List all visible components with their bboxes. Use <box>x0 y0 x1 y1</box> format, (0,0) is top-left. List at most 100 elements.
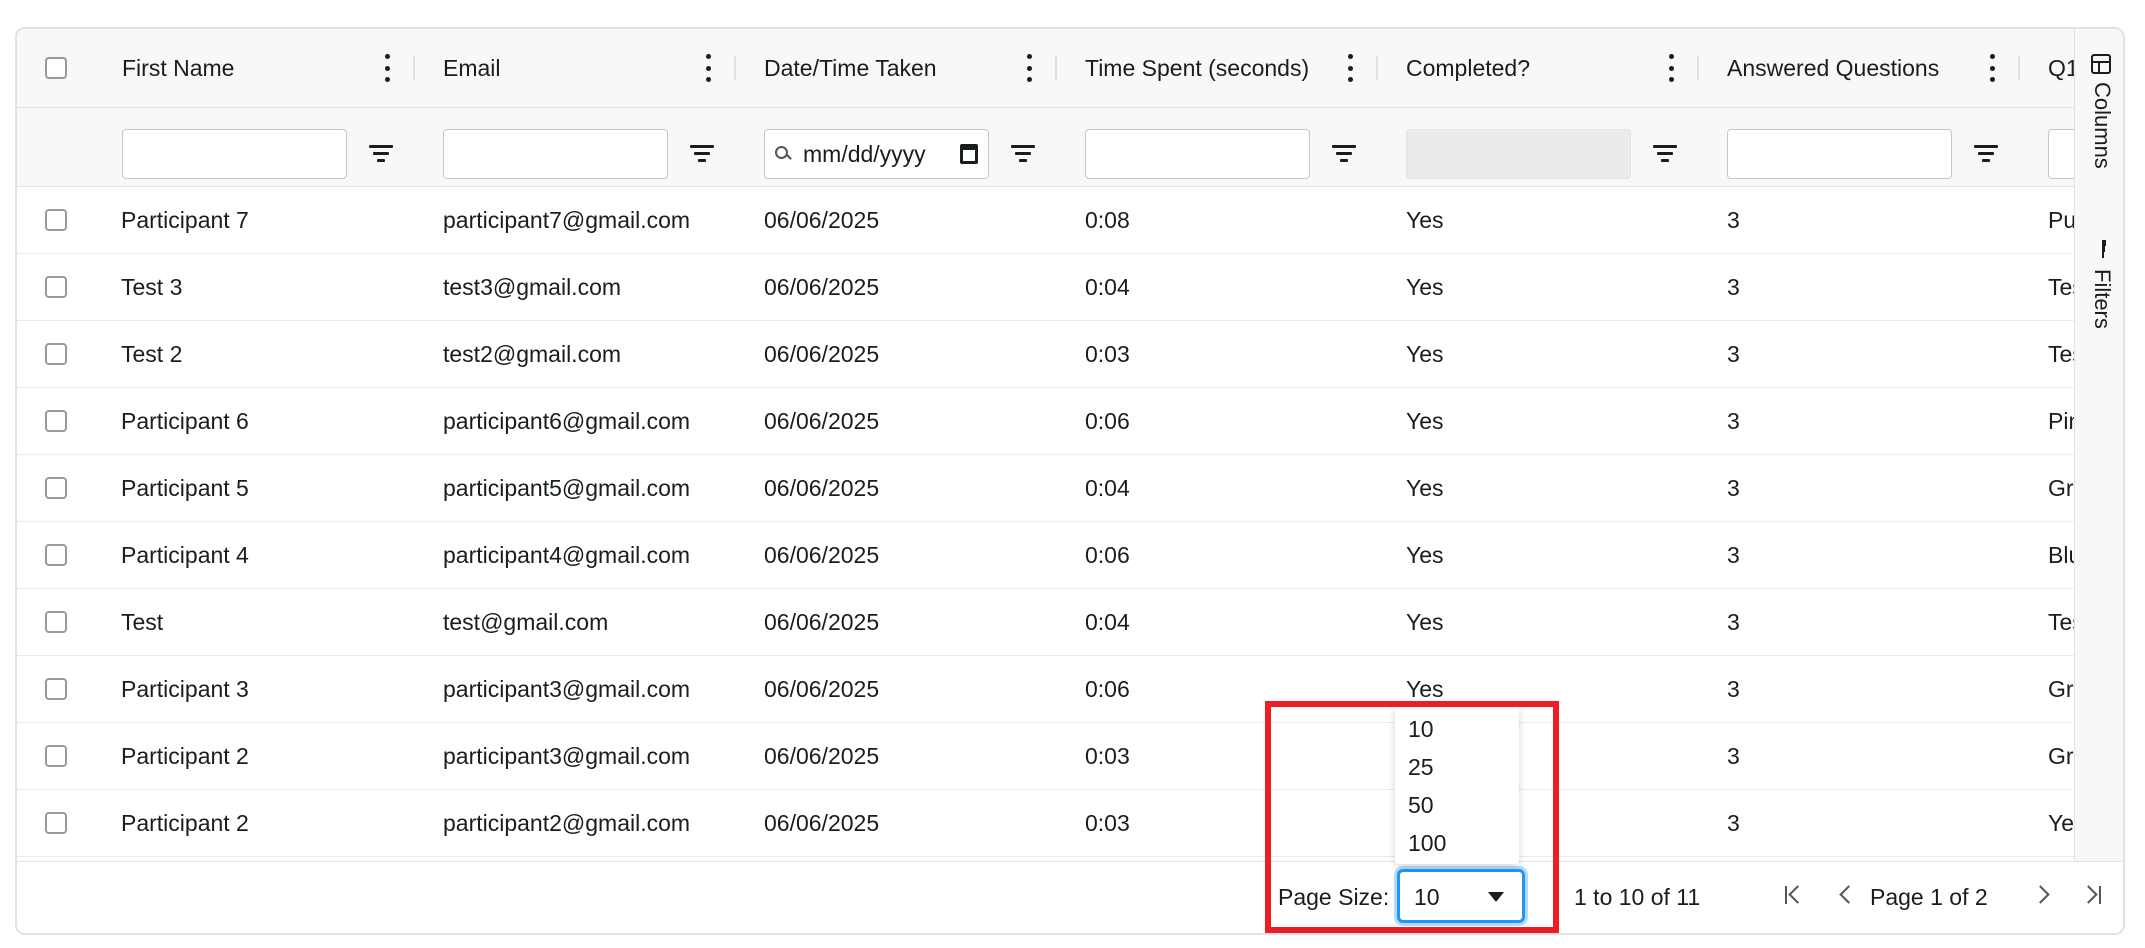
table-row[interactable]: Participant 6 participant6@gmail.com 06/… <box>17 388 2074 455</box>
header-time-spent[interactable]: Time Spent (seconds) <box>1085 29 1405 107</box>
table-row[interactable]: Test 2 test2@gmail.com 06/06/2025 0:03 Y… <box>17 321 2074 388</box>
filters-tool-button[interactable]: Filters <box>2075 239 2123 369</box>
last-page-icon[interactable] <box>2079 880 2109 910</box>
table-row[interactable]: Participant 3 participant3@gmail.com 06/… <box>17 656 2074 723</box>
column-resize-handle[interactable] <box>1697 56 1699 80</box>
first-page-icon[interactable] <box>1779 880 1809 910</box>
column-menu-icon[interactable] <box>1024 51 1034 85</box>
row-checkbox[interactable] <box>45 209 67 231</box>
row-checkbox[interactable] <box>45 745 67 767</box>
page-size-option[interactable]: 100 <box>1408 830 1446 857</box>
cell-first-name: Participant 3 <box>121 676 249 702</box>
filter-icon[interactable] <box>1330 139 1358 167</box>
column-resize-handle[interactable] <box>2018 56 2020 80</box>
email-filter-input[interactable] <box>443 129 668 179</box>
cell-time-spent: 0:08 <box>1085 207 1130 233</box>
table-row[interactable]: Participant 2 participant2@gmail.com 06/… <box>17 790 2074 857</box>
cell-first-name: Participant 4 <box>121 542 249 568</box>
row-checkbox[interactable] <box>45 410 67 432</box>
page-size-option[interactable]: 50 <box>1408 792 1434 819</box>
column-menu-icon[interactable] <box>1345 51 1355 85</box>
page-size-option[interactable]: 25 <box>1408 754 1434 781</box>
table-row[interactable]: Participant 2 participant3@gmail.com 06/… <box>17 723 2074 790</box>
column-menu-icon[interactable] <box>1666 51 1676 85</box>
cell-email: participant6@gmail.com <box>443 408 691 434</box>
calendar-icon[interactable] <box>960 144 978 164</box>
row-checkbox[interactable] <box>45 812 67 834</box>
cell-date: 06/06/2025 <box>764 609 880 635</box>
cell-time-spent: 0:06 <box>1085 542 1130 568</box>
row-checkbox[interactable] <box>45 544 67 566</box>
q1-filter-input[interactable] <box>2048 129 2074 179</box>
header-answered-questions[interactable]: Answered Questions <box>1727 29 2047 107</box>
date-filter-input[interactable]: mm/dd/yyyy <box>764 129 989 179</box>
filter-icon[interactable] <box>367 139 395 167</box>
cell-first-name: Participant 7 <box>121 207 249 233</box>
cell-first-name: Test 3 <box>121 274 183 300</box>
page-size-option[interactable]: 10 <box>1408 716 1434 743</box>
page-size-options-list: 10 25 50 100 <box>1395 706 1519 864</box>
select-all-checkbox[interactable] <box>45 57 67 79</box>
cell-date: 06/06/2025 <box>764 676 880 702</box>
row-checkbox[interactable] <box>45 678 67 700</box>
cell-first-name: Test 2 <box>121 341 183 367</box>
cell-email: participant3@gmail.com <box>443 743 691 769</box>
first-name-filter-input[interactable] <box>122 129 347 179</box>
cell-time-spent: 0:03 <box>1085 341 1130 367</box>
page-indicator: Page 1 of 2 <box>1870 884 1988 910</box>
column-resize-handle[interactable] <box>413 56 415 80</box>
column-menu-icon[interactable] <box>1987 51 1997 85</box>
table-row[interactable]: Test test@gmail.com 06/06/2025 0:04 Yes … <box>17 589 2074 656</box>
completed-filter-input <box>1406 129 1631 179</box>
cell-first-name: Participant 2 <box>121 743 249 769</box>
cell-q1: Gre <box>2048 676 2074 702</box>
header-q1[interactable]: Q1 <box>2048 29 2074 107</box>
header-date-taken[interactable]: Date/Time Taken <box>764 29 1084 107</box>
cell-first-name: Participant 6 <box>121 408 249 434</box>
row-checkbox[interactable] <box>45 477 67 499</box>
cell-answered: 3 <box>1727 408 1740 434</box>
cell-q1: Tes <box>2048 609 2074 635</box>
columns-tool-label: Columns <box>2090 82 2115 169</box>
column-resize-handle[interactable] <box>1055 56 1057 80</box>
header-completed[interactable]: Completed? <box>1406 29 1726 107</box>
answered-questions-filter-input[interactable] <box>1727 129 1952 179</box>
page-size-label: Page Size: <box>1278 884 1390 910</box>
table-row[interactable]: Test 3 test3@gmail.com 06/06/2025 0:04 Y… <box>17 254 2074 321</box>
row-checkbox[interactable] <box>45 611 67 633</box>
cell-date: 06/06/2025 <box>764 743 880 769</box>
previous-page-icon[interactable] <box>1830 880 1860 910</box>
cell-date: 06/06/2025 <box>764 408 880 434</box>
cell-time-spent: 0:04 <box>1085 609 1130 635</box>
cell-completed: Yes <box>1406 475 1444 501</box>
cell-email: participant4@gmail.com <box>443 542 691 568</box>
row-checkbox[interactable] <box>45 276 67 298</box>
filter-icon[interactable] <box>688 139 716 167</box>
cell-answered: 3 <box>1727 743 1740 769</box>
columns-tool-button[interactable]: Columns <box>2075 54 2123 214</box>
cell-answered: 3 <box>1727 810 1740 836</box>
column-menu-icon[interactable] <box>703 51 713 85</box>
column-resize-handle[interactable] <box>1376 56 1378 80</box>
table-row[interactable]: Participant 4 participant4@gmail.com 06/… <box>17 522 2074 589</box>
column-menu-icon[interactable] <box>382 51 392 85</box>
column-resize-handle[interactable] <box>734 56 736 80</box>
table-row[interactable]: Participant 5 participant5@gmail.com 06/… <box>17 455 2074 522</box>
filter-icon[interactable] <box>1972 139 2000 167</box>
header-first-name[interactable]: First Name <box>122 29 442 107</box>
cell-completed: Yes <box>1406 207 1444 233</box>
filters-tool-label: Filters <box>2090 269 2115 329</box>
row-checkbox[interactable] <box>45 343 67 365</box>
filter-icon[interactable] <box>1651 139 1679 167</box>
column-label: Answered Questions <box>1727 54 1940 81</box>
filter-icon[interactable] <box>1009 139 1037 167</box>
time-spent-filter-input[interactable] <box>1085 129 1310 179</box>
cell-q1: Pu <box>2048 207 2074 233</box>
page-size-select[interactable]: 10 <box>1397 869 1525 923</box>
next-page-icon[interactable] <box>2029 880 2059 910</box>
side-bar: Columns Filters <box>2074 29 2123 861</box>
header-email[interactable]: Email <box>443 29 763 107</box>
table-row[interactable]: Participant 7 participant7@gmail.com 06/… <box>17 187 2074 254</box>
date-placeholder: mm/dd/yyyy <box>803 140 926 167</box>
cell-time-spent: 0:06 <box>1085 408 1130 434</box>
